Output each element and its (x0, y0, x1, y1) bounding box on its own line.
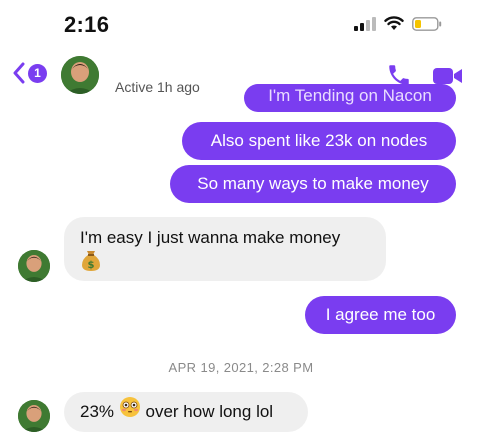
redacted-name (107, 58, 255, 80)
message-bubble-received[interactable]: 23% over how long lol (64, 392, 308, 432)
message-text: So many ways to make money (197, 174, 429, 193)
sender-avatar[interactable] (18, 250, 50, 282)
message-text-after: over how long lol (145, 402, 274, 421)
message-bubble-sent[interactable]: I agree me too (305, 296, 456, 334)
sender-avatar[interactable] (18, 400, 50, 432)
battery-icon (412, 16, 442, 31)
chevron-left-icon (13, 62, 25, 84)
money-bag-icon: $ (80, 249, 102, 279)
svg-text:$: $ (88, 260, 95, 271)
message-thread[interactable]: I'm Tending on Nacon Also spent like 23k… (0, 84, 482, 438)
status-bar: 2:16 (0, 0, 482, 52)
message-text-before: 23% (80, 402, 115, 421)
message-bubble-sent[interactable]: So many ways to make money (170, 165, 456, 203)
back-button[interactable]: 1 (12, 62, 47, 84)
message-bubble-sent[interactable]: Also spent like 23k on nodes (182, 122, 456, 160)
message-bubble-sent[interactable]: I'm Tending on Nacon (244, 84, 456, 112)
message-text: I agree me too (325, 305, 436, 324)
message-bubble-received[interactable]: I'm easy I just wanna make money $ (64, 217, 386, 281)
message-text: I'm Tending on Nacon (268, 86, 432, 105)
status-icons (354, 16, 442, 31)
status-time: 2:16 (64, 12, 110, 37)
message-text: Also spent like 23k on nodes (210, 131, 428, 150)
active-status: Active 1h ago (115, 79, 200, 95)
unread-count-badge: 1 (28, 63, 47, 83)
message-text: I'm easy I just wanna make money (80, 228, 341, 247)
wifi-icon (384, 16, 404, 30)
flushed-face-icon (119, 393, 141, 433)
contact-avatar[interactable] (61, 56, 99, 94)
timestamp-divider: APR 19, 2021, 2:28 PM (168, 360, 314, 375)
signal-icon (354, 16, 376, 31)
